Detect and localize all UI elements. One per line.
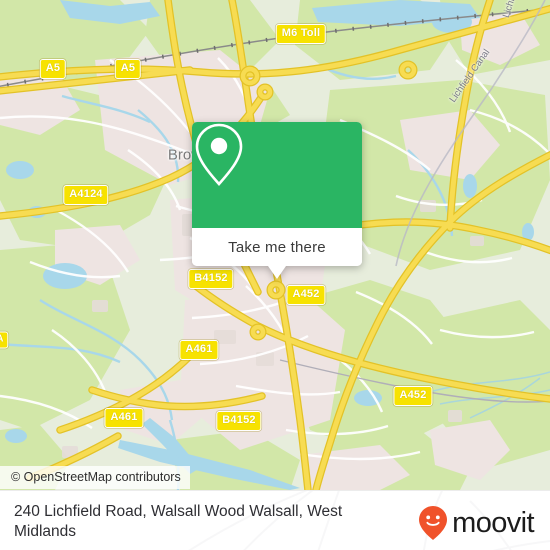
road-shield-a452-east[interactable]: A452 — [393, 386, 433, 406]
moovit-map-screenshot: Brow Lichfield Canal Lichfield Canal A5 … — [0, 0, 550, 550]
callout-footer[interactable]: Take me there — [192, 228, 362, 266]
road-shield-edge-left[interactable]: A — [0, 331, 9, 349]
take-me-there-label: Take me there — [228, 238, 326, 256]
road-shield-m6-toll[interactable]: M6 Toll — [275, 24, 327, 44]
road-shield-a5-west[interactable]: A5 — [39, 59, 67, 79]
road-shield-b4152-mid[interactable]: B4152 — [188, 269, 234, 289]
moovit-logo[interactable]: moovit — [418, 505, 535, 541]
map-canvas[interactable]: Brow Lichfield Canal Lichfield Canal A5 … — [0, 0, 550, 490]
footer-bar: 240 Lichfield Road, Walsall Wood Walsall… — [0, 490, 550, 550]
moovit-wordmark: moovit — [452, 506, 534, 539]
road-shield-a5-east[interactable]: A5 — [114, 59, 142, 79]
road-shield-a452-mid[interactable]: A452 — [286, 285, 326, 305]
location-callout-card[interactable]: Take me there — [192, 122, 362, 279]
road-shield-b4152-south[interactable]: B4152 — [216, 411, 262, 431]
map-pin-icon — [195, 123, 243, 186]
road-shield-a461-mid[interactable]: A461 — [179, 340, 219, 360]
address-text: 240 Lichfield Road, Walsall Wood Walsall… — [14, 503, 343, 541]
moovit-pin-icon — [419, 506, 448, 540]
callout-tail — [268, 266, 286, 279]
road-shield-a4124[interactable]: A4124 — [63, 185, 109, 205]
road-shield-a461-west[interactable]: A461 — [104, 408, 144, 428]
osm-attribution[interactable]: © OpenStreetMap contributors — [0, 466, 190, 489]
callout-header — [192, 122, 362, 228]
